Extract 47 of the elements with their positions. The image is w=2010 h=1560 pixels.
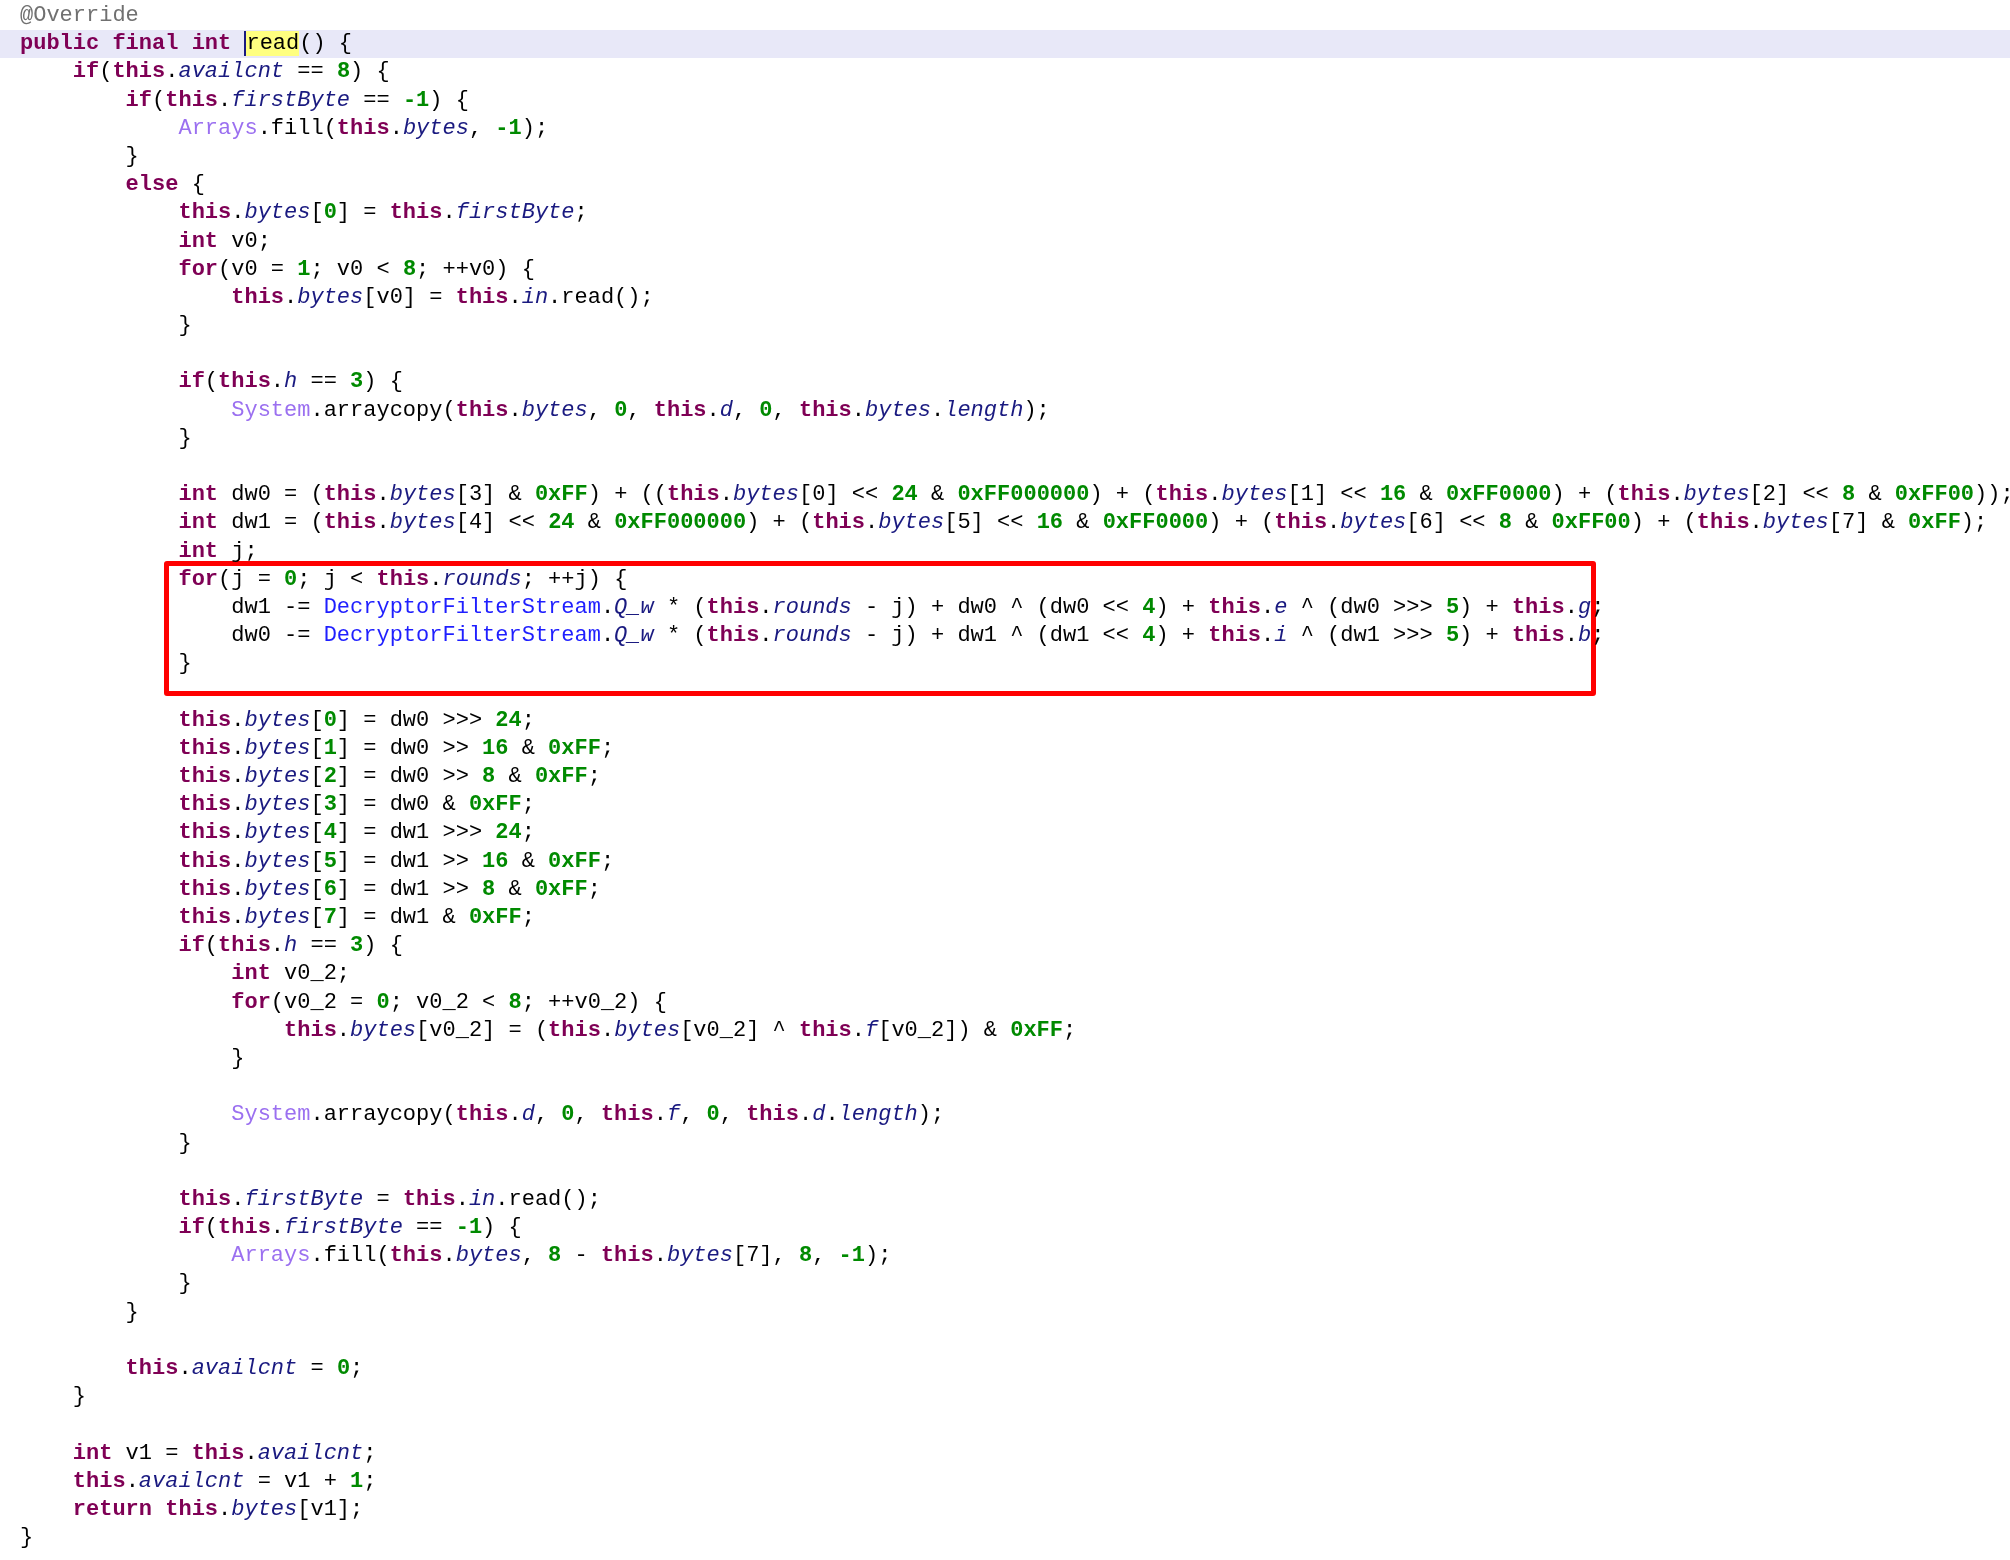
code-line: int v0; bbox=[177, 227, 272, 256]
code-line: } bbox=[177, 424, 193, 453]
code-line: int dw0 = (this.bytes[3] & 0xFF) + ((this.bytes[0] << 24 & 0xFF000000) + (this.bytes[1] << 16 & 0xFF0000) + (this.bytes[2] << 8 & 0xFF00)); bbox=[177, 481, 2010, 510]
code-line: this.bytes[0] = dw0 >>> 24; bbox=[177, 706, 536, 735]
code-line: } bbox=[71, 1383, 87, 1412]
code-line: this.bytes[4] = dw1 >>> 24; bbox=[177, 819, 536, 848]
code-line: else { bbox=[124, 171, 206, 200]
code-line: System.arraycopy(this.bytes, 0, this.d, 0, this.bytes.length); bbox=[230, 396, 1051, 425]
code-line: if(this.availcnt == 8) { bbox=[71, 58, 391, 87]
code-line: this.bytes[7] = dw1 & 0xFF; bbox=[177, 904, 536, 932]
code-line: } bbox=[177, 650, 193, 679]
code-line: } bbox=[177, 312, 193, 341]
code-line: } bbox=[230, 1044, 246, 1073]
code-line: this.bytes[0] = this.firstByte; bbox=[177, 199, 589, 228]
code-line: int v0_2; bbox=[230, 960, 352, 989]
code-line: if(this.h == 3) { bbox=[177, 368, 404, 397]
code-line: int j; bbox=[177, 537, 259, 566]
code-line: this.bytes[2] = dw0 >> 8 & 0xFF; bbox=[177, 763, 602, 792]
code-line: this.bytes[1] = dw0 >> 16 & 0xFF; bbox=[177, 734, 616, 763]
code-line: } bbox=[124, 142, 140, 171]
code-line: } bbox=[177, 1129, 193, 1158]
code-line: @Override bbox=[19, 2, 140, 30]
code-line: if(this.firstByte == -1) { bbox=[177, 1214, 523, 1243]
code-line: this.availcnt = v1 + 1; bbox=[71, 1467, 378, 1496]
code-line: return this.bytes[v1]; bbox=[71, 1495, 365, 1524]
code-line: System.arraycopy(this.d, 0, this.f, 0, this.d.length); bbox=[230, 1101, 946, 1130]
code-line: } bbox=[124, 1298, 140, 1327]
code-line: this.bytes[v0] = this.in.read(); bbox=[230, 283, 655, 312]
code-line: this.bytes[5] = dw1 >> 16 & 0xFF; bbox=[177, 847, 616, 876]
code-line: Arrays.fill(this.bytes, -1); bbox=[177, 114, 550, 143]
code-line: dw1 -= DecryptorFilterStream.Q_w * (this.rounds - j) + dw0 ^ (dw0 << 4) + this.e ^ (dw0 >>> 5) + this.g; bbox=[230, 593, 1600, 622]
code-line: if(this.firstByte == -1) { bbox=[124, 86, 470, 115]
code-line: this.bytes[3] = dw0 & 0xFF; bbox=[177, 791, 536, 820]
code-line: } bbox=[19, 1524, 35, 1553]
code-line: } bbox=[177, 1270, 193, 1299]
code-line: this.bytes[6] = dw1 >> 8 & 0xFF; bbox=[177, 875, 602, 904]
code-line: dw0 -= DecryptorFilterStream.Q_w * (this.rounds - j) + dw1 ^ (dw1 << 4) + this.i ^ (dw1 >>> 5) + this.b; bbox=[230, 622, 1600, 651]
code-line: this.firstByte = this.in.read(); bbox=[177, 1185, 602, 1214]
code-line: if(this.h == 3) { bbox=[177, 932, 404, 961]
code-line: this.bytes[v0_2] = (this.bytes[v0_2] ^ this.f[v0_2]) & 0xFF; bbox=[283, 1016, 1078, 1045]
code-line: for(v0_2 = 0; v0_2 < 8; ++v0_2) { bbox=[230, 988, 668, 1017]
code-line: for(v0 = 1; v0 < 8; ++v0) { bbox=[177, 255, 536, 284]
code-line: int dw1 = (this.bytes[4] << 24 & 0xFF000000) + (this.bytes[5] << 16 & 0xFF0000) + (this.bytes[6] << 8 & 0xFF00) + (this.bytes[7] & 0xFF); bbox=[177, 509, 1989, 538]
code-line: Arrays.fill(this.bytes, 8 - this.bytes[7], 8, -1); bbox=[230, 1242, 893, 1271]
code-line: int v1 = this.availcnt; bbox=[71, 1439, 378, 1468]
code-line: for(j = 0; j < this.rounds; ++j) { bbox=[177, 565, 629, 594]
code-line: this.availcnt = 0; bbox=[124, 1355, 365, 1383]
